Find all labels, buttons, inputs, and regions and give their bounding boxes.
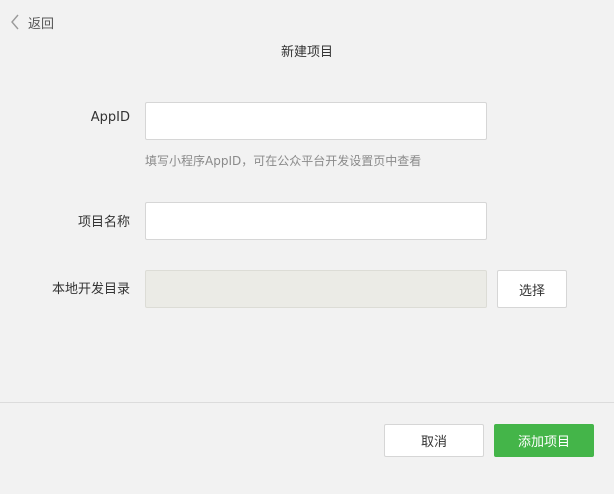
page-title: 新建项目	[280, 45, 333, 60]
project-name-label: 项目名称	[77, 215, 130, 230]
appid-label: AppID	[90, 110, 130, 125]
back-label: 返回	[28, 16, 55, 32]
cancel-button[interactable]: 取消	[384, 424, 484, 457]
footer-divider	[0, 402, 614, 403]
back-button[interactable]: 返回	[10, 12, 54, 32]
add-project-button[interactable]: 添加项目	[494, 424, 594, 457]
choose-dir-button[interactable]: 选择	[497, 270, 567, 308]
local-dir-field	[145, 270, 487, 308]
appid-hint: 填写小程序AppID，可在公众平台开发设置页中查看	[145, 154, 422, 168]
appid-input[interactable]	[145, 102, 487, 140]
project-name-input[interactable]	[145, 202, 487, 240]
chevron-left-icon	[10, 14, 20, 30]
local-dir-label: 本地开发目录	[51, 282, 130, 297]
